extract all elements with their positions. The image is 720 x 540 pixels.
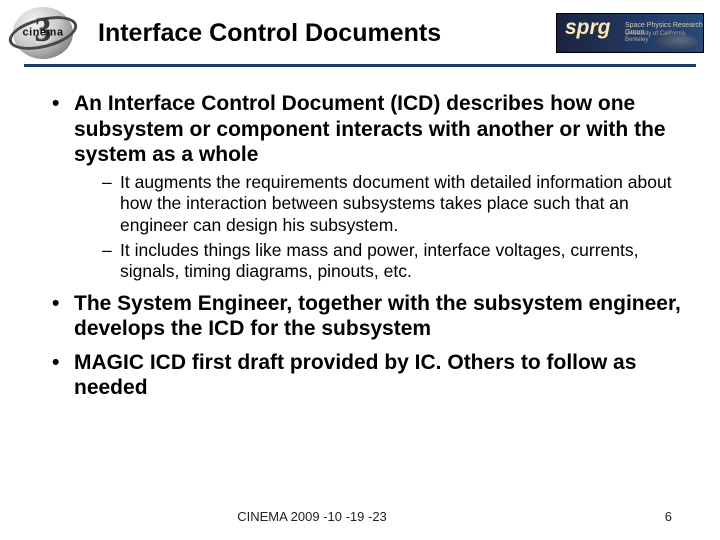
- slide-title: Interface Control Documents: [80, 19, 556, 48]
- sprg-logo: sprg Space Physics Research Group Univer…: [556, 13, 704, 53]
- bullet-2: The System Engineer, together with the s…: [52, 291, 690, 342]
- bullet-3: MAGIC ICD first draft provided by IC. Ot…: [52, 350, 690, 401]
- bullet-1-sub-2: It includes things like mass and power, …: [102, 240, 690, 283]
- sprg-acronym: sprg: [565, 17, 611, 38]
- page-number: 6: [624, 509, 672, 524]
- footer-text: CINEMA 2009 -10 -19 -23: [0, 509, 624, 524]
- bullet-1: An Interface Control Document (ICD) desc…: [52, 91, 690, 283]
- bullet-list: An Interface Control Document (ICD) desc…: [52, 91, 690, 401]
- slide: 3 cinema Interface Control Documents spr…: [0, 0, 720, 540]
- cinema-logo: 3 cinema: [6, 6, 80, 60]
- header: 3 cinema Interface Control Documents spr…: [0, 0, 720, 60]
- footer: CINEMA 2009 -10 -19 -23 6: [0, 509, 720, 524]
- sprg-graphic-icon: [654, 34, 698, 50]
- logo-word: cinema: [23, 28, 64, 39]
- content-area: An Interface Control Document (ICD) desc…: [0, 67, 720, 401]
- bullet-1-sub-1: It augments the requirements document wi…: [102, 172, 690, 236]
- bullet-1-sublist: It augments the requirements document wi…: [74, 172, 690, 283]
- bullet-1-text: An Interface Control Document (ICD) desc…: [74, 92, 666, 166]
